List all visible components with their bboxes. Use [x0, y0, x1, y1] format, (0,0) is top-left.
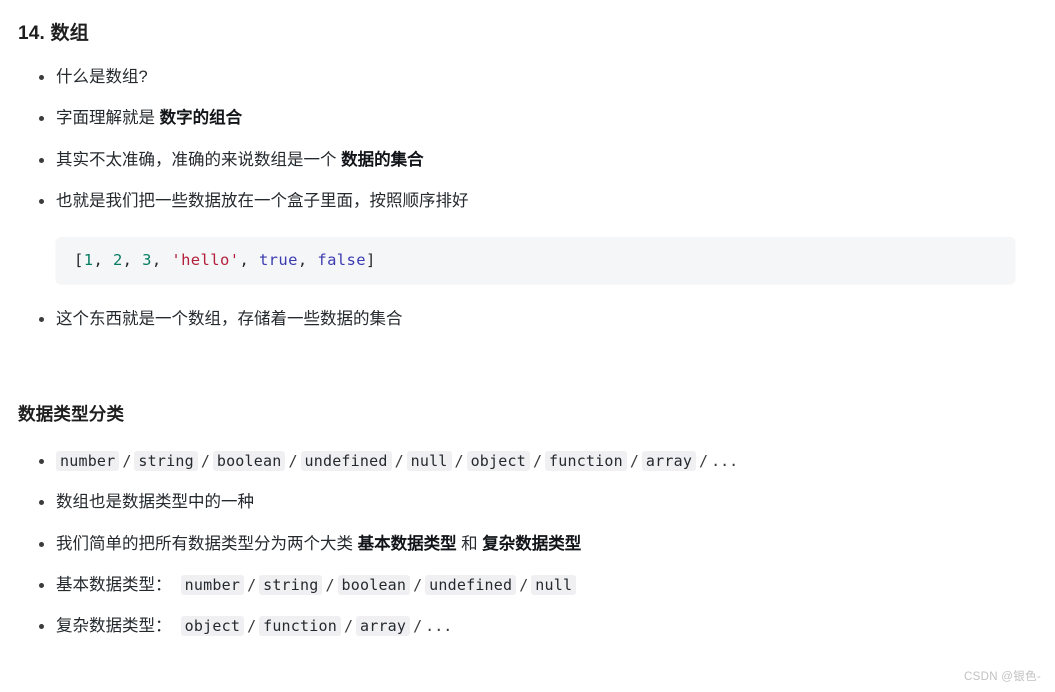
- code-token-punct: ,: [93, 251, 113, 269]
- type-chip-string: string: [134, 451, 198, 471]
- complex-types-ellipsis: ...: [425, 617, 453, 636]
- split-sentence-bold-primitive: 基本数据类型: [357, 534, 457, 553]
- code-token-punct: ,: [151, 251, 172, 269]
- list-item: 这个东西就是一个数组，存储着一些数据的集合: [0, 308, 1040, 330]
- code-token-number: 1: [83, 251, 94, 269]
- code-line: [1, 2, 3, 'hello', true, false]: [74, 251, 376, 269]
- intro-bullet-list: 什么是数组? 字面理解就是 数字的组合 其实不太准确，准确的来说数组是一个 数据…: [0, 66, 1040, 231]
- chip-separator: /: [200, 452, 210, 470]
- code-token-boolean: true: [258, 251, 298, 269]
- code-token-boolean: false: [317, 251, 367, 269]
- chip-separator: /: [325, 575, 335, 594]
- types-ellipsis: ...: [711, 452, 739, 470]
- primitive-types-label: 基本数据类型：: [56, 575, 172, 594]
- type-chip-number: number: [56, 451, 120, 471]
- data-types-bullet-list: number / string / boolean / undefined / null / obj…: [0, 450, 1040, 656]
- primitive-chip-null: null: [531, 574, 577, 595]
- page-title: 14. 数组: [18, 23, 89, 44]
- primitive-chip-undefined: undefined: [425, 574, 517, 595]
- chip-separator: /: [519, 575, 529, 594]
- list-item-emphasis: 数据的集合: [341, 150, 424, 169]
- type-chip-boolean: boolean: [212, 451, 286, 471]
- document-page: 14. 数组 什么是数组? 字面理解就是 数字的组合 其实不太准确，准确的来说数…: [0, 0, 1055, 692]
- code-block: [1, 2, 3, 'hello', true, false]: [56, 237, 1015, 283]
- split-sentence-bold-complex: 复杂数据类型: [482, 534, 582, 553]
- list-item: 字面理解就是 数字的组合: [0, 107, 1040, 129]
- type-chip-array: array: [641, 451, 697, 471]
- chip-separator: /: [532, 452, 542, 470]
- chip-separator: /: [699, 452, 709, 470]
- chip-separator: /: [247, 575, 257, 594]
- list-item-split-sentence: 我们简单的把所有数据类型分为两个大类 基本数据类型 和 复杂数据类型: [0, 533, 1040, 555]
- code-token-punct: [: [74, 251, 84, 269]
- csdn-watermark: CSDN @银色-: [964, 671, 1041, 683]
- code-token-number: 3: [142, 251, 152, 269]
- chip-separator: /: [629, 452, 639, 470]
- list-item-text: 字面理解就是: [56, 109, 160, 128]
- list-item: 也就是我们把一些数据放在一个盒子里面，按照顺序排好: [0, 190, 1040, 212]
- primitive-chip-number: number: [180, 574, 245, 595]
- code-token-number: 2: [112, 251, 123, 269]
- code-token-punct: ,: [239, 251, 259, 269]
- type-chip-function: function: [545, 451, 627, 471]
- primitive-chip-boolean: boolean: [337, 574, 411, 595]
- complex-chip-object: object: [180, 616, 245, 637]
- list-item-text: 什么是数组?: [56, 68, 148, 86]
- list-item-text: 这个东西就是一个数组，存储着一些数据的集合: [56, 310, 403, 328]
- code-token-punct: ,: [297, 251, 318, 269]
- chip-separator: /: [247, 617, 257, 636]
- list-item-text: 数组也是数据类型中的一种: [56, 493, 254, 512]
- split-sentence-middle: 和: [456, 534, 483, 553]
- code-token-punct: ]: [366, 251, 376, 269]
- primitive-chip-string: string: [259, 574, 323, 595]
- chip-separator: /: [394, 452, 404, 470]
- complex-chip-function: function: [259, 616, 341, 637]
- list-item-complex-types: 复杂数据类型： object / function / array /...: [0, 615, 1040, 637]
- type-chip-null: null: [406, 451, 452, 471]
- complex-chip-array: array: [355, 616, 411, 637]
- chip-separator: /: [122, 452, 132, 470]
- list-item: 其实不太准确，准确的来说数组是一个 数据的集合: [0, 149, 1040, 171]
- after-code-bullet-list: 这个东西就是一个数组，存储着一些数据的集合: [0, 308, 1040, 330]
- split-sentence-prefix: 我们简单的把所有数据类型分为两个大类: [56, 534, 358, 553]
- type-chip-object: object: [466, 451, 530, 471]
- list-item-all-types: number / string / boolean / undefined / null / obj…: [0, 450, 1040, 472]
- chip-separator: /: [288, 452, 298, 470]
- chip-separator: /: [343, 617, 353, 636]
- code-token-string: 'hello': [171, 251, 240, 269]
- chip-separator: /: [413, 617, 423, 636]
- type-chip-undefined: undefined: [300, 451, 392, 471]
- code-token-punct: ,: [122, 251, 143, 269]
- list-item-text: 也就是我们把一些数据放在一个盒子里面，按照顺序排好: [56, 191, 469, 210]
- chip-separator: /: [454, 452, 464, 470]
- list-item: 什么是数组?: [0, 66, 1040, 88]
- list-item-text: 其实不太准确，准确的来说数组是一个: [56, 150, 342, 169]
- list-item-emphasis: 数字的组合: [159, 109, 243, 128]
- complex-types-label: 复杂数据类型：: [56, 617, 172, 636]
- list-item-note: 数组也是数据类型中的一种: [0, 491, 1040, 513]
- list-item-primitive-types: 基本数据类型： number / string / boolean / undefined /…: [0, 574, 1040, 596]
- chip-separator: /: [413, 575, 423, 594]
- section-title-data-types: 数据类型分类: [18, 404, 125, 424]
